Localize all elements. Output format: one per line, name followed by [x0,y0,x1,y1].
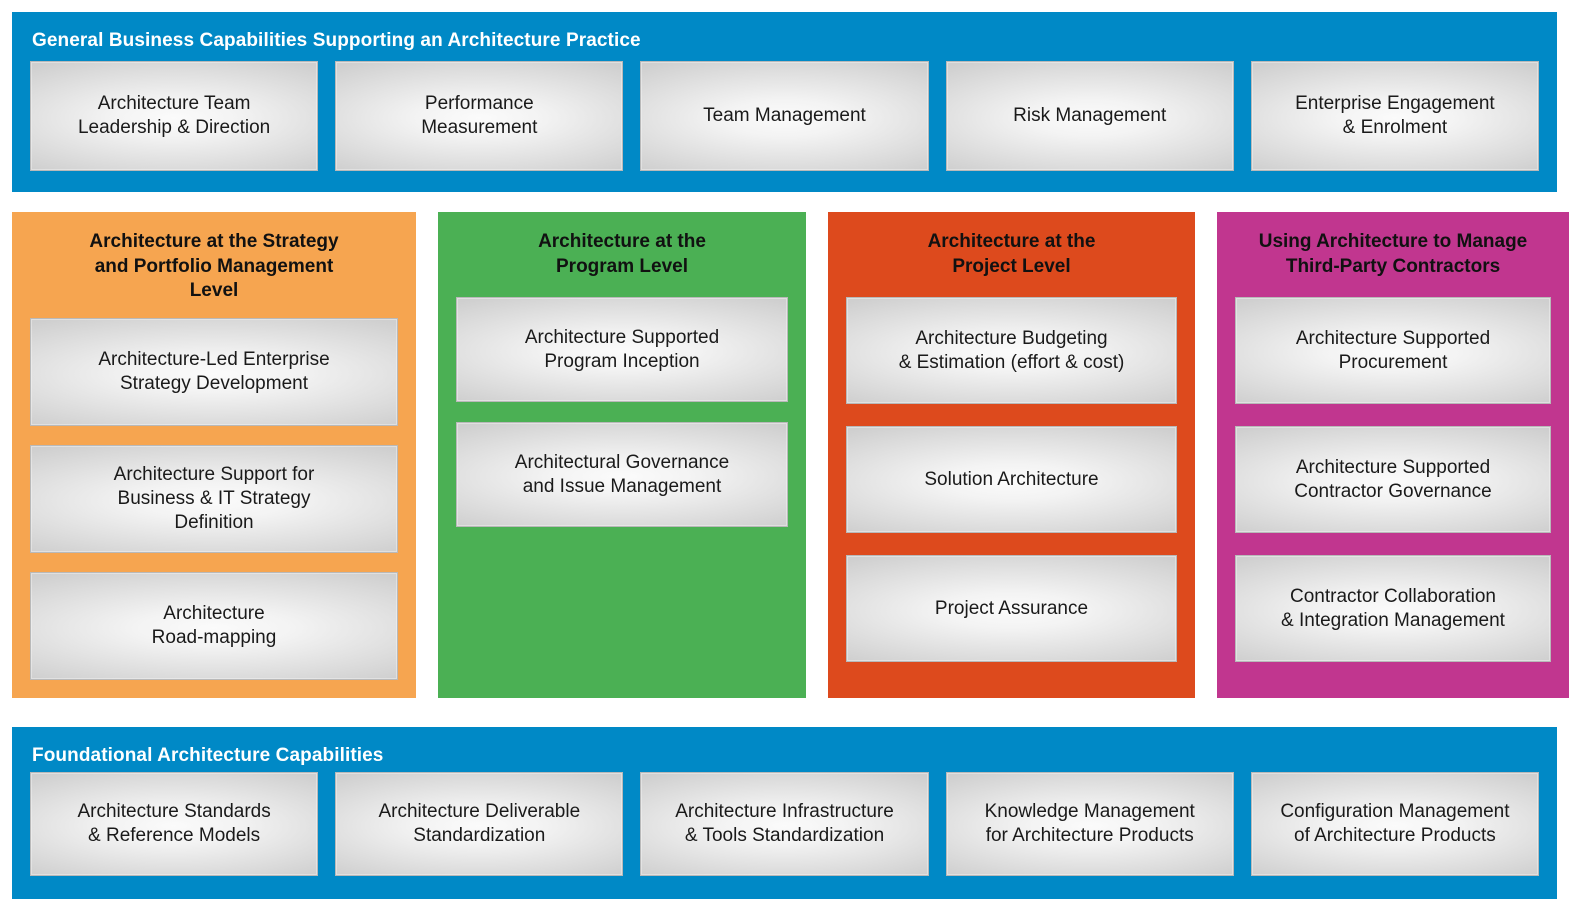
capability-box[interactable]: Architecture Supported Program Inception [456,297,788,403]
column-title: Architecture at the Program Level [538,231,706,277]
general-business-capabilities-title: General Business Capabilities Supporting… [32,30,641,51]
capability-box[interactable]: Architecture-Led Enterprise Strategy Deve… [30,318,398,427]
column-project-level: Architecture at the Project Level Archite… [828,212,1195,698]
capability-box[interactable]: Performance Measurement [335,61,624,171]
capability-box[interactable]: Architecture Team Leadership & Direction [30,61,319,171]
column-title: Architecture at the Strategy and Portfoli… [89,231,339,302]
capability-box[interactable]: Project Assurance [846,555,1177,663]
capability-box[interactable]: Architecture Deliverable Standardization [335,772,624,876]
capability-box[interactable]: Team Management [640,61,929,171]
capability-box[interactable]: Configuration Management of Architecture … [1250,772,1540,876]
capability-box[interactable]: Knowledge Management for Architecture Pro… [945,772,1234,876]
capability-model-diagram: General Business Capabilities Supporting… [0,0,1570,910]
column-box-list: Architecture-Led Enterprise Strategy Deve… [30,318,398,681]
capability-box[interactable]: Architecture Budgeting & Estimation (effo… [846,297,1177,405]
capability-box[interactable]: Solution Architecture [846,426,1177,534]
capability-box[interactable]: Risk Management [945,61,1234,171]
column-box-list: Architecture Supported Program Inception … [456,297,788,528]
capability-box[interactable]: Architecture Road-mapping [30,572,398,681]
capability-box[interactable]: Architecture Infrastructure & Tools Stand… [640,772,929,876]
column-title: Architecture at the Project Level [927,231,1096,277]
capability-box[interactable]: Architecture Standards & Reference Models [30,772,319,876]
foundational-capabilities-box-row: Architecture Standards & Reference Models… [30,772,1540,876]
foundational-architecture-capabilities-title: Foundational Architecture Capabilities [32,745,384,766]
column-title: Using Architecture to Manage Third-Party … [1258,231,1528,277]
architecture-level-columns: Architecture at the Strategy and Portfoli… [12,212,1569,698]
column-third-party-contractors: Using Architecture to Manage Third-Party … [1217,212,1569,698]
capability-box[interactable]: Contractor Collaboration & Integration Ma… [1235,555,1551,663]
general-business-capabilities-band: General Business Capabilities Supporting… [12,12,1557,192]
capability-box[interactable]: Enterprise Engagement & Enrolment [1250,61,1540,171]
column-program-level: Architecture at the Program Level Archite… [438,212,806,698]
column-strategy-portfolio-level: Architecture at the Strategy and Portfoli… [12,212,416,698]
capability-box[interactable]: Architecture Supported Procurement [1235,297,1551,405]
capability-box[interactable]: Architecture Support for Business & IT St… [30,445,398,554]
capability-box[interactable]: Architectural Governance and Issue Manage… [456,422,788,528]
column-box-list: Architecture Supported Procurement Archit… [1235,297,1551,663]
capability-box[interactable]: Architecture Supported Contractor Governa… [1235,426,1551,534]
column-box-list: Architecture Budgeting & Estimation (effo… [846,297,1177,663]
foundational-architecture-capabilities-band: Foundational Architecture Capabilities A… [12,727,1557,899]
general-business-capabilities-box-row: Architecture Team Leadership & Direction … [30,61,1540,171]
